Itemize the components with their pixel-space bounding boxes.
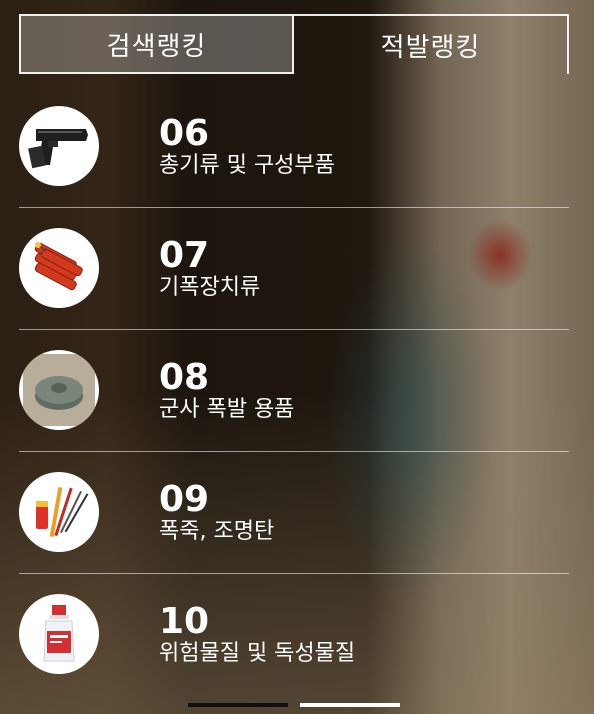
- list-item[interactable]: 10 위험물질 및 독성물질: [19, 574, 569, 696]
- rank-number: 08: [159, 357, 210, 398]
- tab-detection-ranking[interactable]: 적발랭킹: [294, 14, 569, 74]
- landmine-icon: [19, 350, 99, 430]
- tab-search-ranking[interactable]: 검색랭킹: [19, 14, 294, 74]
- handgun-icon: [19, 106, 99, 186]
- list-item[interactable]: 08 군사 폭발 용품: [19, 330, 569, 452]
- page-indicator-dot-2[interactable]: [300, 703, 400, 707]
- list-item[interactable]: 09 폭죽, 조명탄: [19, 452, 569, 574]
- rank-number: 09: [159, 479, 210, 520]
- list-item[interactable]: 06 총기류 및 구성부품: [19, 86, 569, 208]
- page-indicator-dot-1[interactable]: [188, 703, 288, 707]
- category-label: 폭죽, 조명탄: [159, 519, 275, 544]
- category-label: 군사 폭발 용품: [159, 397, 295, 422]
- category-label: 위험물질 및 독성물질: [159, 641, 356, 666]
- category-label: 총기류 및 구성부품: [159, 153, 335, 178]
- list-item[interactable]: 07 기폭장치류: [19, 208, 569, 330]
- rank-number: 06: [159, 113, 210, 154]
- chemical-bottle-icon: [19, 594, 99, 674]
- dynamite-icon: [19, 228, 99, 308]
- ranking-tabs: 검색랭킹 적발랭킹: [19, 14, 569, 76]
- firecracker-icon: [19, 472, 99, 552]
- category-label: 기폭장치류: [159, 275, 261, 300]
- rank-number: 07: [159, 235, 210, 276]
- page-indicator: [0, 700, 594, 714]
- rank-number: 10: [159, 601, 210, 642]
